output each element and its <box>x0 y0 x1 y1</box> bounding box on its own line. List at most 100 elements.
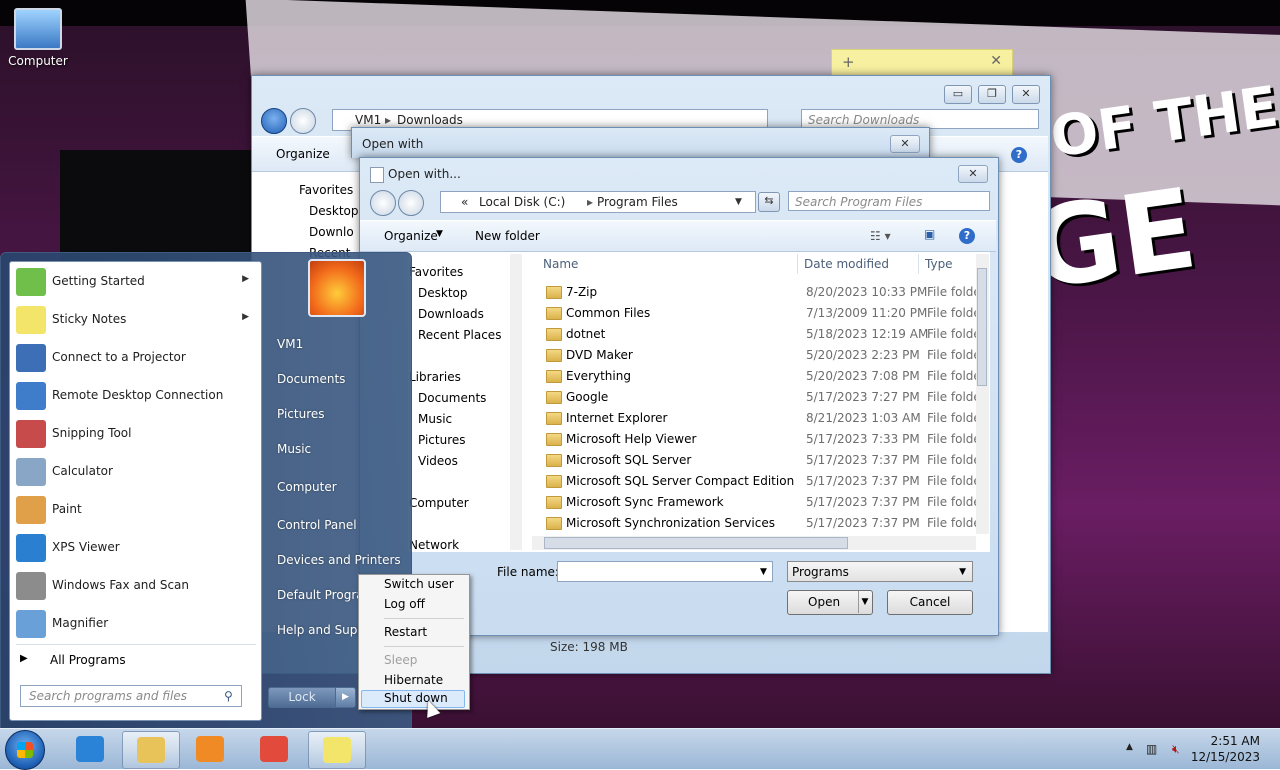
power-options-arrow[interactable]: ▶ <box>335 687 356 708</box>
chevron-down-icon[interactable]: ▼ <box>858 591 871 613</box>
search-input[interactable]: Search Downloads <box>801 109 1039 129</box>
nav-item[interactable]: Computer <box>409 496 469 510</box>
file-row[interactable]: DVD Maker 5/20/2023 2:23 PM File folde <box>540 345 980 366</box>
taskbar-button[interactable] <box>122 731 180 769</box>
preview-pane-icon[interactable]: ▣ <box>924 227 935 241</box>
menu-item-hibernate[interactable]: Hibernate <box>384 673 443 687</box>
forward-icon[interactable] <box>398 190 424 216</box>
file-row[interactable]: Microsoft Sync Framework 5/17/2023 7:37 P… <box>540 492 980 513</box>
nav-item[interactable]: Recent Places <box>418 328 501 342</box>
lock-button[interactable]: Lock <box>268 687 336 708</box>
help-icon[interactable]: ? <box>1011 147 1027 163</box>
nav-item[interactable]: Documents <box>418 391 486 405</box>
taskbar-button[interactable] <box>246 731 302 767</box>
start-menu-item[interactable]: Sticky Notes ▶ <box>10 302 261 338</box>
open-button[interactable]: Open ▼ <box>787 590 873 615</box>
start-menu-item[interactable]: Calculator <box>10 454 261 490</box>
minimize-button[interactable]: ▭ <box>944 85 972 104</box>
network-icon[interactable]: ▥ <box>1146 742 1157 756</box>
column-header-name[interactable]: Name <box>543 257 578 271</box>
file-type-filter[interactable]: Programs ▼ <box>787 561 973 582</box>
vertical-scrollbar[interactable] <box>976 254 989 534</box>
breadcrumb-item[interactable]: « <box>461 192 468 212</box>
nav-item[interactable]: Favorites <box>299 183 353 197</box>
address-bar[interactable]: « Local Disk (C:) ▸ Program Files ▼ <box>440 191 756 213</box>
nav-item[interactable]: Libraries <box>409 370 461 384</box>
start-search-input[interactable]: Search programs and files <box>20 685 242 707</box>
back-icon[interactable] <box>261 108 287 134</box>
nav-item[interactable]: Downlo <box>309 225 354 239</box>
start-menu-item[interactable]: Windows Fax and Scan <box>10 568 261 604</box>
organize-button[interactable]: Organize <box>276 147 330 161</box>
new-folder-button[interactable]: New folder <box>475 229 540 243</box>
open-with-dialog[interactable]: Open with ✕ <box>351 127 930 158</box>
nav-item[interactable]: Pictures <box>418 433 466 447</box>
file-row[interactable]: Google 5/17/2023 7:27 PM File folde <box>540 387 980 408</box>
menu-item-switch-user[interactable]: Switch user <box>384 577 454 591</box>
file-dialog[interactable]: Open with... ✕ « Local Disk (C:) ▸ Progr… <box>359 157 999 636</box>
file-row[interactable]: 7-Zip 8/20/2023 10:33 PM File folde <box>540 282 980 303</box>
menu-item-shut-down[interactable]: Shut down <box>384 691 448 705</box>
file-row[interactable]: Common Files 7/13/2009 11:20 PM File folde <box>540 303 980 324</box>
breadcrumb-item[interactable]: Program Files <box>597 192 678 212</box>
help-icon[interactable]: ? <box>959 228 975 244</box>
file-row[interactable]: Microsoft SQL Server Compact Edition 5/17… <box>540 471 980 492</box>
file-row[interactable]: Everything 5/20/2023 7:08 PM File folde <box>540 366 980 387</box>
nav-scrollbar[interactable] <box>510 254 522 550</box>
file-row[interactable]: dotnet 5/18/2023 12:19 AM File folde <box>540 324 980 345</box>
nav-item[interactable]: Music <box>418 412 452 426</box>
column-header-type[interactable]: Type <box>925 257 953 271</box>
chevron-down-icon[interactable]: ▼ <box>735 192 742 212</box>
start-menu-link[interactable]: Pictures <box>277 407 325 421</box>
nav-item[interactable]: Downloads <box>418 307 484 321</box>
start-menu-link[interactable]: VM1 <box>277 337 303 351</box>
sticky-note[interactable]: + ✕ <box>831 49 1013 76</box>
nav-item[interactable]: Favorites <box>409 265 463 279</box>
nav-item[interactable]: Network <box>409 538 459 552</box>
start-button[interactable] <box>5 730 45 770</box>
back-icon[interactable] <box>370 190 396 216</box>
forward-icon[interactable] <box>290 108 316 134</box>
column-header-date[interactable]: Date modified <box>804 257 889 271</box>
nav-item[interactable]: Videos <box>418 454 458 468</box>
menu-item-log-off[interactable]: Log off <box>384 597 425 611</box>
desktop-icon-computer[interactable]: Computer <box>6 8 70 68</box>
volume-muted-icon[interactable]: 🔇︎ <box>1172 742 1180 757</box>
user-avatar[interactable] <box>308 259 366 317</box>
start-menu-item[interactable]: Magnifier <box>10 606 261 642</box>
start-menu-link[interactable]: Music <box>277 442 311 456</box>
maximize-button[interactable]: ❐ <box>978 85 1006 104</box>
start-menu-item[interactable]: Getting Started ▶ <box>10 264 261 300</box>
view-options-icon[interactable]: ☷ ▾ <box>870 229 891 243</box>
file-row[interactable]: Microsoft Synchronization Services 5/17/2… <box>540 513 980 534</box>
start-menu-link[interactable]: Control Panel <box>277 518 357 532</box>
horizontal-scrollbar[interactable] <box>532 536 976 550</box>
scroll-thumb[interactable] <box>544 537 848 549</box>
file-row[interactable]: Internet Explorer 8/21/2023 1:03 AM File f… <box>540 408 980 429</box>
search-input[interactable]: Search Program Files <box>788 191 990 211</box>
chevron-down-icon[interactable]: ▼ <box>760 567 767 577</box>
breadcrumb-item[interactable]: Local Disk (C:) <box>479 192 565 212</box>
nav-item[interactable]: Desktop <box>309 204 359 218</box>
nav-item[interactable]: Desktop <box>418 286 468 300</box>
menu-item-restart[interactable]: Restart <box>384 625 427 639</box>
start-menu-link[interactable]: Documents <box>277 372 345 386</box>
start-menu-link[interactable]: Computer <box>277 480 337 494</box>
file-name-input[interactable] <box>557 561 773 582</box>
taskbar-button[interactable] <box>308 731 366 769</box>
close-button[interactable]: ✕ <box>958 165 988 183</box>
start-menu-item[interactable]: Remote Desktop Connection <box>10 378 261 414</box>
show-hidden-icons-icon[interactable]: ▲ <box>1126 742 1133 752</box>
close-button[interactable]: ✕ <box>890 135 920 153</box>
start-menu-item[interactable]: Connect to a Projector <box>10 340 261 376</box>
start-menu-item[interactable]: Snipping Tool <box>10 416 261 452</box>
start-menu-link[interactable]: Devices and Printers <box>277 553 401 567</box>
close-button[interactable]: ✕ <box>1012 85 1040 104</box>
file-row[interactable]: Microsoft Help Viewer 5/17/2023 7:33 PM Fi… <box>540 429 980 450</box>
clock[interactable]: 2:51 AM 12/15/2023 <box>1191 733 1260 765</box>
file-row[interactable]: Microsoft SQL Server 5/17/2023 7:37 PM Fil… <box>540 450 980 471</box>
start-menu-item[interactable]: XPS Viewer <box>10 530 261 566</box>
all-programs-button[interactable]: ▶ All Programs <box>10 650 261 672</box>
close-note-icon[interactable]: ✕ <box>990 53 1002 69</box>
cancel-button[interactable]: Cancel <box>887 590 973 615</box>
